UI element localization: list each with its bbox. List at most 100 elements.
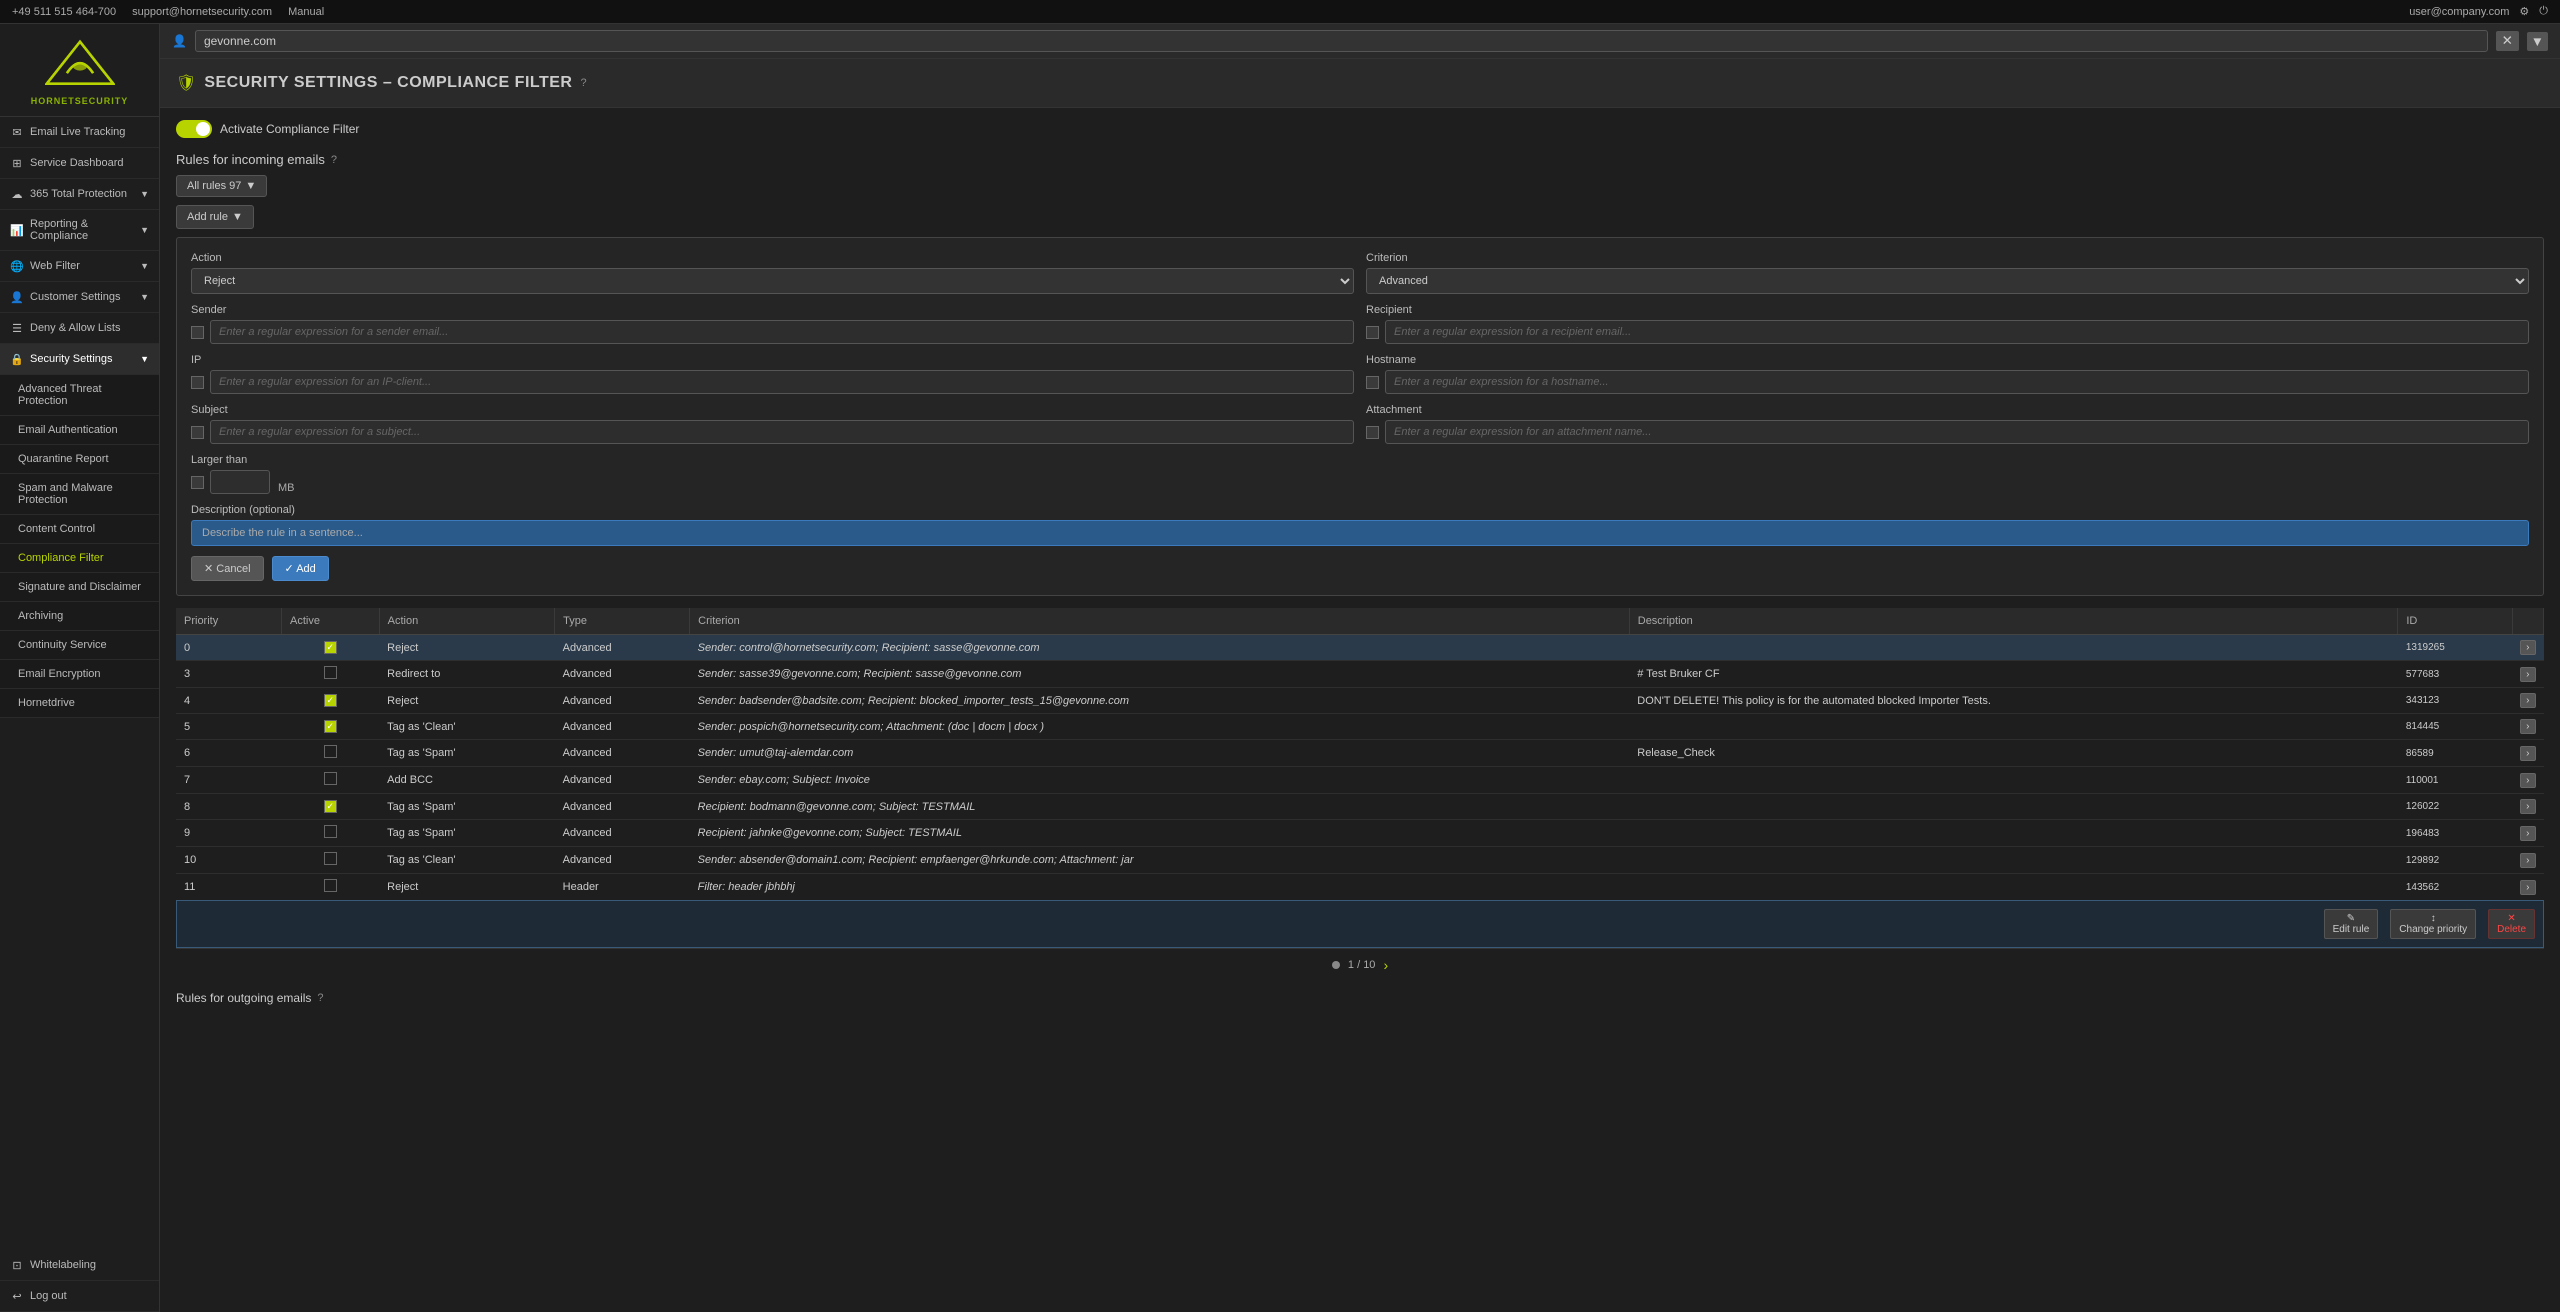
sidebar-item-web-filter[interactable]: 🌐 Web Filter ▼: [0, 251, 159, 282]
cell-active[interactable]: [281, 767, 379, 794]
subject-input[interactable]: [210, 420, 1354, 444]
sidebar-item-quarantine-report[interactable]: Quarantine Report: [0, 445, 159, 474]
table-row[interactable]: 3 Redirect to Advanced Sender: sasse39@g…: [176, 661, 2544, 688]
attachment-checkbox[interactable]: [1366, 426, 1379, 439]
table-row[interactable]: 11 Reject Header Filter: header jbhbhj 1…: [176, 874, 2544, 901]
hostname-checkbox[interactable]: [1366, 376, 1379, 389]
row-arrow-button[interactable]: ›: [2520, 826, 2535, 841]
settings-icon[interactable]: ⚙: [2519, 5, 2529, 18]
table-row[interactable]: 7 Add BCC Advanced Sender: ebay.com; Sub…: [176, 767, 2544, 794]
cancel-button[interactable]: ✕ Cancel: [191, 556, 264, 581]
row-arrow-button[interactable]: ›: [2520, 880, 2535, 895]
cell-active[interactable]: ✓: [281, 688, 379, 714]
power-icon[interactable]: ⏻: [2539, 5, 2548, 18]
sidebar-item-archiving[interactable]: Archiving: [0, 602, 159, 631]
table-row[interactable]: 5 ✓ Tag as 'Clean' Advanced Sender: posp…: [176, 714, 2544, 740]
support-email[interactable]: support@hornetsecurity.com: [132, 6, 272, 18]
cell-active[interactable]: [281, 740, 379, 767]
cell-row-arrow[interactable]: ›: [2512, 635, 2543, 661]
ip-checkbox[interactable]: [191, 376, 204, 389]
pagination-next-button[interactable]: ›: [1383, 957, 1388, 973]
outgoing-help-icon[interactable]: ?: [317, 992, 323, 1004]
ip-input[interactable]: [210, 370, 1354, 394]
sidebar-item-security-settings[interactable]: 🔒 Security Settings ▼: [0, 344, 159, 375]
incoming-help-icon[interactable]: ?: [331, 154, 337, 166]
table-row[interactable]: 0 ✓ Reject Advanced Sender: control@horn…: [176, 635, 2544, 661]
table-row[interactable]: 9 Tag as 'Spam' Advanced Recipient: jahn…: [176, 820, 2544, 847]
table-row[interactable]: 6 Tag as 'Spam' Advanced Sender: umut@ta…: [176, 740, 2544, 767]
cell-row-arrow[interactable]: ›: [2512, 714, 2543, 740]
compliance-filter-toggle[interactable]: [176, 120, 212, 138]
row-arrow-button[interactable]: ›: [2520, 667, 2535, 682]
recipient-input[interactable]: [1385, 320, 2529, 344]
sidebar-item-365-total-protection[interactable]: ☁ 365 Total Protection ▼: [0, 179, 159, 210]
row-arrow-button[interactable]: ›: [2520, 799, 2535, 814]
cell-active[interactable]: [281, 661, 379, 688]
action-select[interactable]: Reject Redirect to Tag as 'Spam' Tag as …: [191, 268, 1354, 294]
domain-bar: 👤 ✕ ▼: [160, 24, 2560, 59]
row-arrow-button[interactable]: ›: [2520, 693, 2535, 708]
cell-active[interactable]: ✓: [281, 714, 379, 740]
cell-active[interactable]: [281, 847, 379, 874]
description-input[interactable]: [191, 520, 2529, 546]
row-arrow-button[interactable]: ›: [2520, 719, 2535, 734]
cell-row-arrow[interactable]: ›: [2512, 820, 2543, 847]
row-arrow-button[interactable]: ›: [2520, 773, 2535, 788]
subject-checkbox[interactable]: [191, 426, 204, 439]
recipient-checkbox[interactable]: [1366, 326, 1379, 339]
cell-active[interactable]: ✓: [281, 794, 379, 820]
cell-criterion: Sender: absender@domain1.com; Recipient:…: [690, 847, 1630, 874]
sidebar-item-spam-malware-protection[interactable]: Spam and Malware Protection: [0, 474, 159, 515]
sidebar-item-email-live-tracking[interactable]: ✉ Email Live Tracking: [0, 117, 159, 148]
sidebar-item-service-dashboard[interactable]: ⊞ Service Dashboard: [0, 148, 159, 179]
edit-rule-button[interactable]: ✎ Edit rule: [2324, 909, 2379, 939]
row-arrow-button[interactable]: ›: [2520, 640, 2535, 655]
add-button[interactable]: ✓ Add: [272, 556, 329, 581]
sidebar-item-continuity-service[interactable]: Continuity Service: [0, 631, 159, 660]
sender-checkbox[interactable]: [191, 326, 204, 339]
sidebar-item-hornetdrive[interactable]: Hornetdrive: [0, 689, 159, 718]
cell-row-arrow[interactable]: ›: [2512, 767, 2543, 794]
sidebar-item-content-control[interactable]: Content Control: [0, 515, 159, 544]
row-arrow-button[interactable]: ›: [2520, 746, 2535, 761]
cell-active[interactable]: [281, 874, 379, 901]
cell-active[interactable]: ✓: [281, 635, 379, 661]
domain-close-button[interactable]: ✕: [2496, 31, 2519, 51]
cell-row-arrow[interactable]: ›: [2512, 740, 2543, 767]
cell-row-arrow[interactable]: ›: [2512, 794, 2543, 820]
attachment-input[interactable]: [1385, 420, 2529, 444]
add-rule-button[interactable]: Add rule ▼: [176, 205, 254, 229]
page-help-icon[interactable]: ?: [580, 77, 586, 89]
larger-than-checkbox[interactable]: [191, 476, 204, 489]
sidebar-item-advanced-threat-protection[interactable]: Advanced Threat Protection: [0, 375, 159, 416]
sidebar-item-signature-disclaimer[interactable]: Signature and Disclaimer: [0, 573, 159, 602]
cell-row-arrow[interactable]: ›: [2512, 874, 2543, 901]
table-row[interactable]: 4 ✓ Reject Advanced Sender: badsender@ba…: [176, 688, 2544, 714]
cell-active[interactable]: [281, 820, 379, 847]
all-rules-filter-button[interactable]: All rules 97 ▼: [176, 175, 267, 197]
cell-row-arrow[interactable]: ›: [2512, 661, 2543, 688]
sidebar-item-email-encryption[interactable]: Email Encryption: [0, 660, 159, 689]
attachment-label: Attachment: [1366, 404, 2529, 416]
sidebar-item-reporting-compliance[interactable]: 📊 Reporting & Compliance ▼: [0, 210, 159, 251]
sidebar-item-email-authentication[interactable]: Email Authentication: [0, 416, 159, 445]
domain-input[interactable]: [204, 34, 2479, 48]
criterion-select[interactable]: Advanced Header: [1366, 268, 2529, 294]
hostname-input[interactable]: [1385, 370, 2529, 394]
sidebar-item-log-out[interactable]: ↩ Log out: [0, 1281, 159, 1312]
sidebar-item-compliance-filter[interactable]: Compliance Filter: [0, 544, 159, 573]
table-row[interactable]: 8 ✓ Tag as 'Spam' Advanced Recipient: bo…: [176, 794, 2544, 820]
change-priority-button[interactable]: ↕ Change priority: [2390, 909, 2476, 939]
larger-than-input[interactable]: [210, 470, 270, 494]
sidebar-item-customer-settings[interactable]: 👤 Customer Settings ▼: [0, 282, 159, 313]
row-arrow-button[interactable]: ›: [2520, 853, 2535, 868]
table-row[interactable]: 10 Tag as 'Clean' Advanced Sender: absen…: [176, 847, 2544, 874]
cell-row-arrow[interactable]: ›: [2512, 688, 2543, 714]
manual-link[interactable]: Manual: [288, 6, 324, 18]
delete-rule-button[interactable]: ✕ Delete: [2488, 909, 2535, 939]
sidebar-item-deny-allow-lists[interactable]: ☰ Deny & Allow Lists: [0, 313, 159, 344]
cell-row-arrow[interactable]: ›: [2512, 847, 2543, 874]
domain-dropdown-button[interactable]: ▼: [2527, 32, 2548, 51]
sender-input[interactable]: [210, 320, 1354, 344]
sidebar-item-whitelabeling[interactable]: ⊡ Whitelabeling: [0, 1250, 159, 1281]
